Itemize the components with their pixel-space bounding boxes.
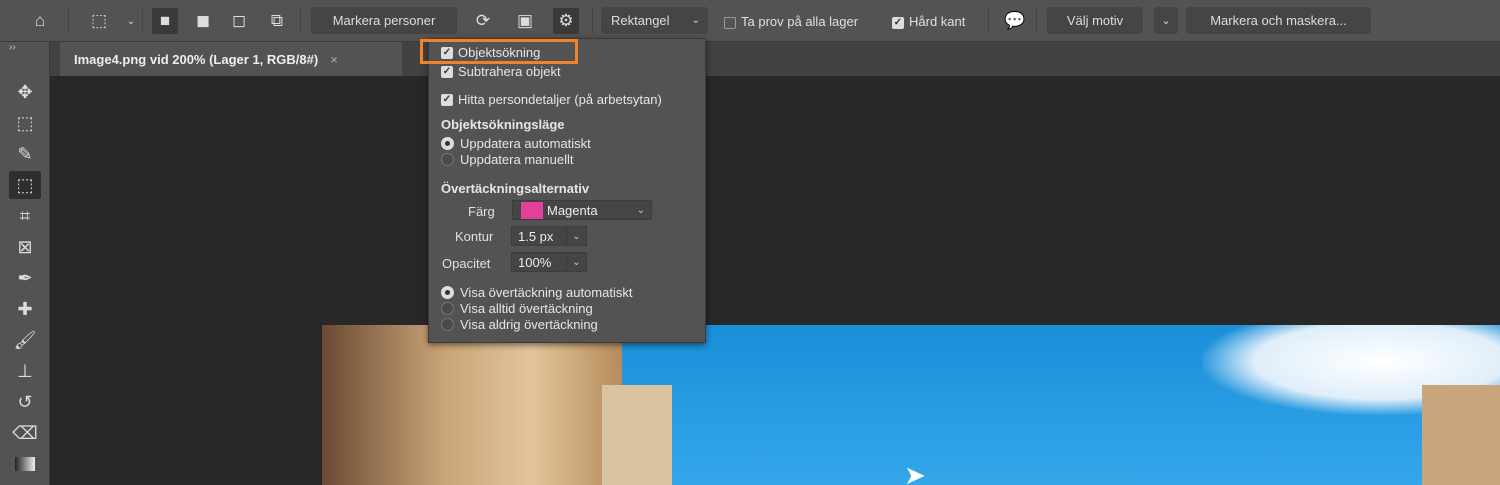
- chevron-down-icon: ⌄: [636, 204, 646, 216]
- chevron-down-icon: ⌄: [691, 15, 700, 26]
- building-tower: [602, 385, 672, 485]
- checkmark-icon: ✓: [892, 16, 904, 29]
- close-icon[interactable]: ×: [330, 52, 338, 67]
- mode-heading: Objektsökningsläge: [441, 117, 565, 132]
- radio-icon: [441, 286, 454, 299]
- mode-manual-radio[interactable]: Uppdatera manuellt: [441, 152, 573, 167]
- radio-icon: [441, 302, 454, 315]
- radio-icon: [441, 153, 454, 166]
- object-finder-settings-panel: ✓ Objektsökning ✓ Subtrahera objekt ✓ Hitta…: [428, 38, 706, 343]
- checkmark-icon: ✓: [441, 65, 453, 78]
- gear-icon[interactable]: ⚙: [553, 8, 579, 34]
- select-subject-button[interactable]: Välj motiv: [1047, 7, 1143, 34]
- hard-edge-checkbox[interactable]: ✓ Hård kant: [892, 14, 965, 29]
- overlay-heading: Övertäckningsalternativ: [441, 181, 590, 196]
- radio-label: Visa alltid övertäckning: [460, 301, 593, 316]
- options-bar: ⌂ ⬚ ⌄ ■ ◼ ◻ ⧉ Markera personer ⟳ ▣ ⚙ Rek…: [0, 0, 1500, 42]
- document-tab[interactable]: Image4.png vid 200% (Lager 1, RGB/8#) ×: [60, 42, 402, 76]
- opacity-label: Opacitet: [442, 256, 491, 271]
- subtract-from-selection-icon[interactable]: ◻: [226, 8, 252, 34]
- radio-label: Visa aldrig övertäckning: [460, 317, 598, 332]
- find-person-details-checkbox[interactable]: ✓ Hitta persondetaljer (på arbetsytan): [441, 92, 662, 107]
- radio-icon: [441, 137, 454, 150]
- object-selection-tool-icon[interactable]: ⬚: [9, 171, 41, 199]
- building-left: [322, 325, 622, 485]
- radio-label: Uppdatera manuellt: [460, 152, 574, 167]
- brush-tool-icon[interactable]: 🖌: [9, 326, 41, 354]
- collapse-toolbox-icon[interactable]: ››: [9, 42, 16, 53]
- color-swatch: [521, 201, 543, 219]
- home-icon[interactable]: ⌂: [27, 8, 53, 34]
- subtract-object-checkbox[interactable]: ✓ Subtrahera objekt: [441, 64, 561, 79]
- checkbox-icon: [724, 16, 736, 29]
- gradient-tool-icon[interactable]: [9, 450, 41, 478]
- radio-label: Visa övertäckning automatiskt: [460, 285, 633, 300]
- highlight-box: [420, 39, 578, 64]
- chevron-down-icon[interactable]: ⌄: [566, 227, 586, 245]
- color-select[interactable]: Magenta ⌄: [512, 200, 652, 220]
- document-tab-title: Image4.png vid 200% (Lager 1, RGB/8#): [74, 51, 319, 67]
- feedback-icon[interactable]: 💬: [1002, 8, 1028, 34]
- eyedropper-tool-icon[interactable]: ✒: [9, 264, 41, 292]
- chevron-down-icon[interactable]: ⌄: [118, 8, 144, 34]
- stroke-label: Kontur: [455, 229, 494, 244]
- toolbox: ›› ✥ ⬚ ✎ ⬚ ⌗ ⊠ ✒ ✚ 🖌 ⊥ ↺ ⌫: [0, 42, 50, 485]
- opacity-value: 100%: [518, 254, 552, 270]
- select-subject-dropdown[interactable]: ⌄: [1154, 7, 1178, 34]
- sample-all-layers-checkbox[interactable]: Ta prov på alla lager: [724, 14, 858, 29]
- overlay-always-radio[interactable]: Visa alltid övertäckning: [441, 301, 593, 316]
- eraser-tool-icon[interactable]: ⌫: [9, 419, 41, 447]
- preset-dropdown[interactable]: Markera personer: [311, 7, 457, 34]
- radio-label: Uppdatera automatiskt: [460, 136, 591, 151]
- overlay-auto-radio[interactable]: Visa övertäckning automatiskt: [441, 285, 632, 300]
- new-selection-icon[interactable]: ■: [152, 8, 178, 34]
- radio-icon: [441, 318, 454, 331]
- healing-brush-tool-icon[interactable]: ✚: [9, 295, 41, 323]
- cursor-icon: ➤: [904, 460, 926, 485]
- building-right: [1422, 385, 1500, 485]
- show-all-objects-icon[interactable]: ▣: [512, 8, 538, 34]
- select-and-mask-button[interactable]: Markera och maskera...: [1186, 7, 1371, 34]
- add-to-selection-icon[interactable]: ◼: [190, 8, 216, 34]
- canvas-image[interactable]: ➤: [322, 325, 1500, 485]
- opacity-input[interactable]: 100% ⌄: [511, 252, 587, 272]
- mode-auto-radio[interactable]: Uppdatera automatiskt: [441, 136, 591, 151]
- crop-tool-icon[interactable]: ⌗: [9, 202, 41, 230]
- refresh-icon[interactable]: ⟳: [470, 8, 496, 34]
- intersect-selection-icon[interactable]: ⧉: [264, 8, 290, 34]
- color-label: Färg: [468, 204, 495, 219]
- object-selection-tool-icon[interactable]: ⬚: [86, 8, 112, 34]
- sample-all-layers-label: Ta prov på alla lager: [741, 14, 859, 29]
- subtract-object-label: Subtrahera objekt: [458, 64, 561, 79]
- stroke-value: 1.5 px: [518, 228, 554, 244]
- find-person-details-label: Hitta persondetaljer (på arbetsytan): [458, 92, 662, 107]
- hard-edge-label: Hård kant: [909, 14, 966, 29]
- color-value: Magenta: [547, 202, 598, 218]
- mode-select-value: Rektangel: [611, 13, 670, 28]
- history-brush-tool-icon[interactable]: ↺: [9, 388, 41, 416]
- stroke-input[interactable]: 1.5 px ⌄: [511, 226, 587, 246]
- mode-select[interactable]: Rektangel ⌄: [601, 7, 708, 34]
- quick-selection-tool-icon[interactable]: ✎: [9, 140, 41, 168]
- checkmark-icon: ✓: [441, 93, 453, 106]
- overlay-never-radio[interactable]: Visa aldrig övertäckning: [441, 317, 598, 332]
- stamp-tool-icon[interactable]: ⊥: [9, 357, 41, 385]
- frame-tool-icon[interactable]: ⊠: [9, 233, 41, 261]
- marquee-tool-icon[interactable]: ⬚: [9, 109, 41, 137]
- move-tool-icon[interactable]: ✥: [9, 78, 41, 106]
- chevron-down-icon[interactable]: ⌄: [566, 253, 586, 271]
